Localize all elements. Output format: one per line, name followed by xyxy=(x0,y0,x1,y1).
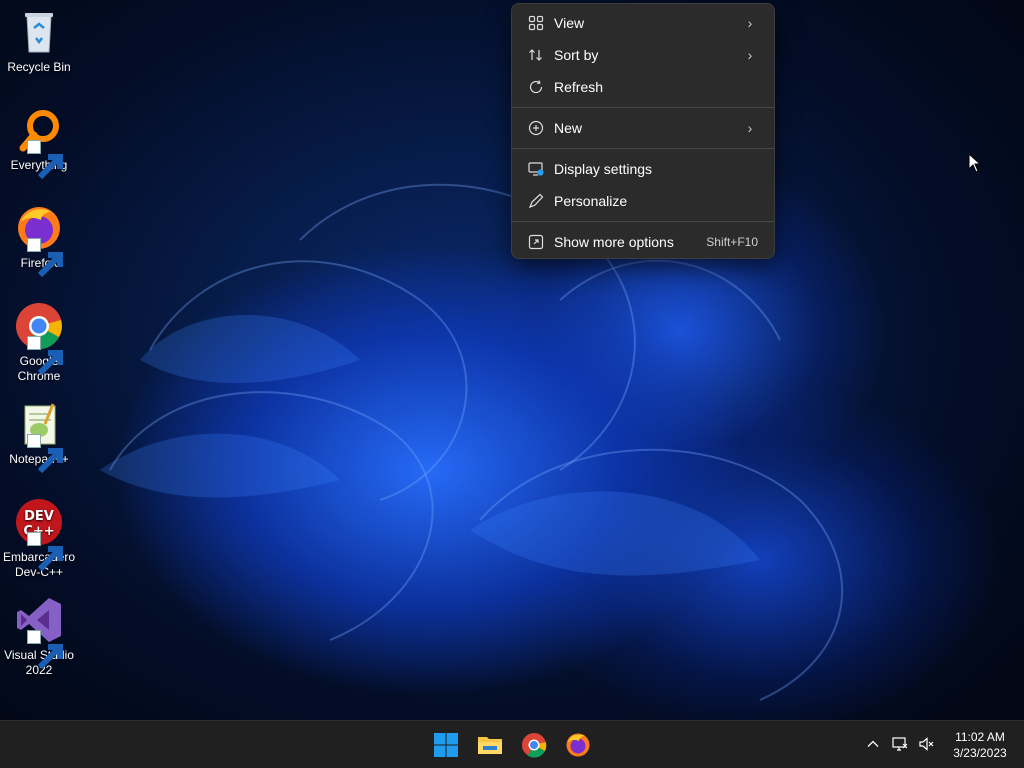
clock-time: 11:02 AM xyxy=(955,730,1005,744)
expand-icon xyxy=(526,232,546,252)
tray-volume-button[interactable] xyxy=(915,733,937,755)
shortcut-arrow-icon xyxy=(27,336,63,376)
recycle-bin-icon xyxy=(15,8,63,56)
desktop[interactable]: Recycle Bin Everything Firefox Google Ch… xyxy=(0,0,1024,720)
shortcut-arrow-icon xyxy=(27,532,63,572)
windows-start-icon xyxy=(434,733,458,757)
desktop-icon-devcpp[interactable]: DEVC++ Embarcadero Dev-C++ xyxy=(2,498,76,580)
desktop-icon-label: Recycle Bin xyxy=(7,60,71,74)
taskbar: 11:02 AM 3/23/2023 xyxy=(0,720,1024,768)
chevron-up-icon xyxy=(867,740,879,747)
menu-item-label: Sort by xyxy=(554,47,599,63)
menu-item-personalize[interactable]: Personalize xyxy=(516,186,770,216)
chrome-icon xyxy=(522,733,547,758)
taskbar-start-button[interactable] xyxy=(430,729,462,761)
refresh-icon xyxy=(526,77,546,97)
sort-icon xyxy=(526,45,546,65)
volume-muted-icon xyxy=(919,737,934,751)
grid-view-icon xyxy=(526,13,546,33)
clock-date: 3/23/2023 xyxy=(953,746,1007,760)
desktop-icon-firefox[interactable]: Firefox xyxy=(2,204,76,278)
file-explorer-icon xyxy=(478,737,502,754)
desktop-icon-visual-studio[interactable]: Visual Studio 2022 xyxy=(2,596,76,678)
menu-item-new[interactable]: New › xyxy=(516,113,770,143)
desktop-context-menu: View › Sort by › Refresh New › Display s… xyxy=(511,3,775,259)
shortcut-arrow-icon xyxy=(27,434,63,474)
notepadpp-icon xyxy=(15,400,63,474)
visual-studio-icon xyxy=(15,596,63,670)
menu-item-refresh[interactable]: Refresh xyxy=(516,72,770,102)
menu-separator xyxy=(512,148,774,149)
taskbar-file-explorer-button[interactable] xyxy=(474,729,506,761)
tray-network-button[interactable] xyxy=(889,733,911,755)
menu-separator xyxy=(512,221,774,222)
network-icon xyxy=(892,737,908,751)
everything-search-icon xyxy=(15,106,63,180)
desktop-icon-everything[interactable]: Everything xyxy=(2,106,76,180)
menu-item-show-more-options[interactable]: Show more options Shift+F10 xyxy=(516,227,770,257)
menu-item-label: Show more options xyxy=(554,234,674,250)
tray-overflow-button[interactable] xyxy=(862,733,884,755)
svg-text:DEV: DEV xyxy=(24,509,54,524)
firefox-icon xyxy=(566,733,590,757)
taskbar-firefox-button[interactable] xyxy=(562,729,594,761)
shortcut-arrow-icon xyxy=(27,238,63,278)
display-settings-icon xyxy=(526,159,546,179)
plus-circle-icon xyxy=(526,118,546,138)
mouse-cursor-icon xyxy=(968,153,982,173)
desktop-icon-recycle-bin[interactable]: Recycle Bin xyxy=(2,8,76,75)
firefox-icon xyxy=(15,204,63,278)
desktop-icon-google-chrome[interactable]: Google Chrome xyxy=(2,302,76,384)
menu-item-label: Display settings xyxy=(554,161,653,177)
menu-item-view[interactable]: View › xyxy=(516,8,770,38)
menu-item-label: View xyxy=(554,15,585,31)
chrome-icon xyxy=(15,302,63,376)
chevron-right-icon: › xyxy=(747,15,753,31)
keyboard-shortcut: Shift+F10 xyxy=(706,235,758,249)
pen-icon xyxy=(526,191,546,211)
menu-separator xyxy=(512,107,774,108)
devcpp-icon: DEVC++ xyxy=(15,498,63,572)
menu-item-label: New xyxy=(554,120,583,136)
chevron-right-icon: › xyxy=(747,47,753,63)
shortcut-arrow-icon xyxy=(27,140,63,180)
menu-item-sort-by[interactable]: Sort by › xyxy=(516,40,770,70)
chevron-right-icon: › xyxy=(747,120,753,136)
desktop-icon-notepadpp[interactable]: Notepad++ xyxy=(2,400,76,474)
shortcut-arrow-icon xyxy=(27,630,63,670)
menu-item-display-settings[interactable]: Display settings xyxy=(516,154,770,184)
menu-item-label: Refresh xyxy=(554,79,604,95)
taskbar-chrome-button[interactable] xyxy=(518,729,550,761)
taskbar-clock[interactable]: 11:02 AM 3/23/2023 xyxy=(944,729,1016,763)
menu-item-label: Personalize xyxy=(554,193,628,209)
